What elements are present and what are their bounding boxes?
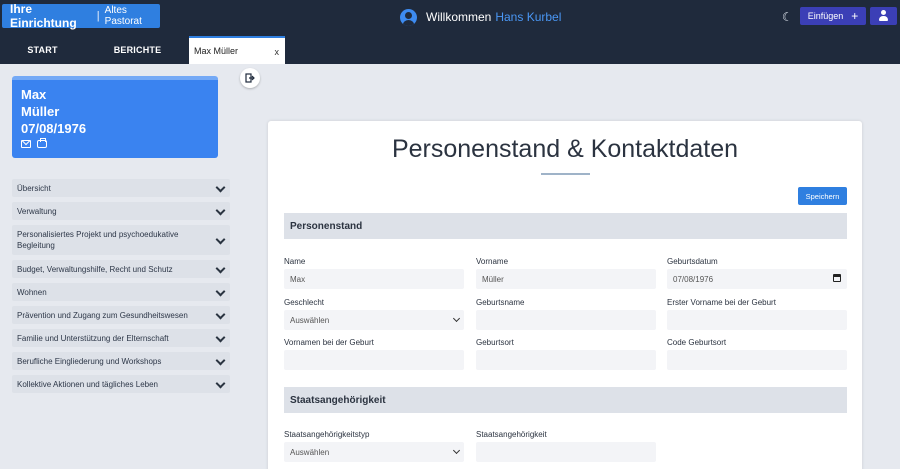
menu-item-familie[interactable]: Familie und Unterstützung der Elternscha… <box>12 329 230 347</box>
chevron-down-icon <box>215 205 226 216</box>
menu-item-label: Berufliche Eingliederung und Workshops <box>17 356 162 366</box>
chevron-down-icon <box>215 355 226 366</box>
brand-separator: | <box>96 10 100 22</box>
erster-vorname-input[interactable] <box>667 310 847 330</box>
chevron-down-icon <box>215 263 226 274</box>
geschlecht-value: Auswählen <box>290 315 330 325</box>
field-label-vornamen-geburt: Vornamen bei der Geburt <box>284 338 374 347</box>
user-name[interactable]: Hans Kurbel <box>495 10 561 24</box>
welcome-text: Willkommen <box>426 10 492 24</box>
user-avatar-icon <box>400 8 417 26</box>
page-title: Personenstand & Kontaktdaten <box>391 135 739 163</box>
menu-item-wohnen[interactable]: Wohnen <box>12 283 230 301</box>
logout-icon <box>245 73 255 83</box>
tab-bar: START BERICHTE Max Müller x <box>0 36 900 64</box>
staatsangehoerigkeitstyp-value: Auswählen <box>290 447 330 457</box>
staatsangehoerigkeit-input[interactable] <box>476 442 656 462</box>
user-menu-button[interactable] <box>870 7 897 25</box>
menu-item-projekt[interactable]: Personalisiertes Projekt und psychoeduka… <box>12 225 230 255</box>
chevron-down-icon <box>452 314 461 323</box>
menu-item-uebersicht[interactable]: Übersicht <box>12 179 230 197</box>
field-label-geschlecht: Geschlecht <box>284 298 325 307</box>
tab-person[interactable]: Max Müller x <box>189 36 285 64</box>
brand-subtitle: Altes Pastorat <box>104 5 142 27</box>
field-label-code-geburtsort: Code Geburtsort <box>667 338 727 347</box>
print-icon[interactable] <box>37 138 47 148</box>
menu-item-label: Verwaltung <box>17 206 57 216</box>
welcome-area: Willkommen Hans Kurbel <box>400 8 561 26</box>
mail-icon[interactable] <box>21 140 31 148</box>
tab-berichte[interactable]: BERICHTE <box>95 36 180 64</box>
menu-item-label: Übersicht <box>17 183 51 193</box>
institution-selector[interactable]: Ihre Einrichtung | Altes Pastorat <box>2 2 160 30</box>
chevron-down-icon <box>215 309 226 320</box>
field-label-vorname: Vorname <box>476 257 509 266</box>
collapse-sidebar-button[interactable] <box>240 68 260 88</box>
chevron-down-icon <box>215 182 226 193</box>
tab-person-label: Max Müller <box>194 46 239 56</box>
geschlecht-select[interactable]: Auswählen <box>284 310 464 330</box>
insert-label: Einfügen <box>807 11 844 21</box>
menu-item-label: Budget, Verwaltungshilfe, Recht und Schu… <box>17 264 173 274</box>
section-staatsangehoerigkeit: Staatsangehörigkeit <box>284 387 847 413</box>
menu-item-eingliederung[interactable]: Berufliche Eingliederung und Workshops <box>12 352 230 370</box>
menu-item-verwaltung[interactable]: Verwaltung <box>12 202 230 220</box>
menu-item-budget[interactable]: Budget, Verwaltungshilfe, Recht und Schu… <box>12 260 230 278</box>
geburtsdatum-input[interactable]: 07/08/1976 <box>667 269 847 289</box>
name-value: Max <box>290 274 306 284</box>
field-label-staatsangehoerigkeitstyp: Staatsangehörigkeitstyp <box>284 430 370 439</box>
geburtsname-input[interactable] <box>476 310 656 330</box>
menu-item-label: Wohnen <box>17 287 47 297</box>
title-divider <box>541 173 590 175</box>
chevron-down-icon <box>452 446 461 455</box>
field-label-name: Name <box>284 257 306 266</box>
user-icon <box>879 10 888 22</box>
person-first-name: Max <box>21 87 47 102</box>
person-birth-date: 07/08/1976 <box>21 121 87 136</box>
plus-icon: + <box>851 9 859 23</box>
field-label-geburtsdatum: Geburtsdatum <box>667 257 718 266</box>
tab-start[interactable]: START <box>0 36 85 64</box>
menu-item-label: Personalisiertes Projekt und psychoeduka… <box>17 230 179 250</box>
brand-title: Ihre Einrichtung <box>10 2 77 30</box>
vorname-value: Müller <box>482 274 504 284</box>
field-label-erster-vorname: Erster Vorname bei der Geburt <box>667 298 776 307</box>
menu-item-kollektive-aktionen[interactable]: Kollektive Aktionen und tägliches Leben <box>12 375 230 393</box>
insert-button[interactable]: Einfügen + <box>800 7 866 25</box>
name-input[interactable]: Max <box>284 269 464 289</box>
calendar-icon[interactable] <box>833 274 841 282</box>
close-tab-icon[interactable]: x <box>275 47 280 57</box>
vornamen-geburt-input[interactable] <box>284 350 464 370</box>
menu-item-label: Familie und Unterstützung der Elternscha… <box>17 333 169 343</box>
section-personenstand: Personenstand <box>284 213 847 239</box>
top-navbar: Ihre Einrichtung | Altes Pastorat Willko… <box>0 0 900 36</box>
save-button[interactable]: Speichern <box>798 187 847 205</box>
chevron-down-icon <box>215 286 226 297</box>
chevron-down-icon <box>215 234 226 245</box>
geburtsort-input[interactable] <box>476 350 656 370</box>
chevron-down-icon <box>215 332 226 343</box>
geburtsdatum-value: 07/08/1976 <box>673 274 714 284</box>
staatsangehoerigkeitstyp-select[interactable]: Auswählen <box>284 442 464 462</box>
person-card: Max Müller 07/08/1976 <box>12 76 218 158</box>
chevron-down-icon <box>215 378 226 389</box>
person-last-name: Müller <box>21 104 60 119</box>
code-geburtsort-input[interactable] <box>667 350 847 370</box>
field-label-geburtsname: Geburtsname <box>476 298 525 307</box>
form-panel: Personenstand & Kontaktdaten Speichern P… <box>268 121 862 469</box>
menu-item-label: Prävention und Zugang zum Gesundheitswes… <box>17 310 188 320</box>
field-label-staatsangehoerigkeit: Staatsangehörigkeit <box>476 430 547 439</box>
moon-icon[interactable]: ☾ <box>782 10 796 24</box>
field-label-geburtsort: Geburtsort <box>476 338 514 347</box>
menu-item-label: Kollektive Aktionen und tägliches Leben <box>17 379 158 389</box>
vorname-input[interactable]: Müller <box>476 269 656 289</box>
menu-item-praevention[interactable]: Prävention und Zugang zum Gesundheitswes… <box>12 306 230 324</box>
